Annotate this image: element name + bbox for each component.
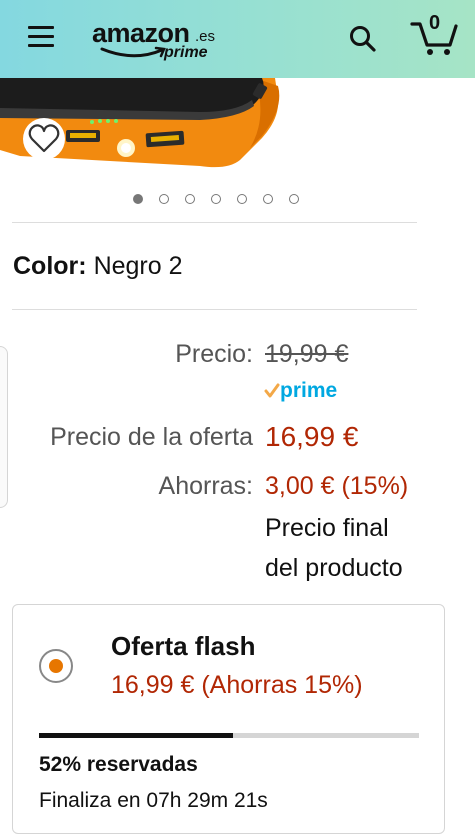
top-nav-bar: amazon .es prime 0 (0, 0, 475, 78)
prime-label: prime (280, 379, 338, 402)
color-selection: Color: Negro 2 (13, 252, 183, 281)
final-note-line: Precio final (265, 514, 389, 542)
prime-check-icon (264, 383, 280, 398)
search-icon[interactable] (348, 24, 378, 54)
deal-price: 16,99 € (265, 421, 359, 452)
menu-icon[interactable] (28, 26, 56, 48)
flash-deal-radio[interactable] (39, 649, 73, 683)
divider (12, 309, 417, 310)
carousel-dot[interactable] (159, 194, 169, 204)
divider (12, 222, 417, 223)
prime-badge: prime (264, 378, 337, 404)
carousel-dot[interactable] (133, 194, 143, 204)
claimed-progress-fill (39, 733, 233, 738)
final-note-line: del producto (265, 554, 403, 582)
carousel-dot[interactable] (263, 194, 273, 204)
carousel-dot[interactable] (289, 194, 299, 204)
product-image[interactable] (0, 78, 475, 178)
list-price-label: Precio: (175, 340, 253, 368)
color-label: Color: (13, 252, 87, 280)
savings-value: 3,00 € (15%) (265, 472, 409, 500)
cart-button[interactable]: 0 (410, 12, 458, 56)
amazon-prime-logo[interactable]: amazon .es prime (92, 14, 232, 64)
color-value: Negro 2 (93, 252, 183, 280)
side-drawer-handle[interactable] (0, 346, 8, 508)
image-carousel-dots (133, 194, 299, 210)
claimed-progress-bar (39, 733, 419, 738)
logo-smile-icon (100, 46, 166, 58)
wishlist-button[interactable] (23, 118, 65, 160)
savings-label: Ahorras: (158, 472, 253, 500)
deal-price-label: Precio de la oferta (50, 423, 253, 451)
logo-tld: .es (195, 28, 216, 45)
flash-deal-title: Oferta flash (111, 631, 256, 661)
carousel-dot[interactable] (185, 194, 195, 204)
claimed-percent: 52% reservadas (39, 753, 198, 776)
logo-prime: prime (164, 44, 208, 61)
carousel-dot[interactable] (237, 194, 247, 204)
cart-count: 0 (429, 12, 441, 34)
flash-deal-option[interactable]: Oferta flash 16,99 € (Ahorras 15%) 52% r… (12, 604, 445, 834)
carousel-dot[interactable] (211, 194, 221, 204)
heart-icon (28, 124, 60, 153)
flash-deal-price: 16,99 € (Ahorras 15%) (111, 671, 363, 699)
final-price-note: Precio final del producto (265, 508, 403, 588)
list-price: 19,99 € (265, 340, 349, 368)
deal-countdown: Finaliza en 07h 29m 21s (39, 789, 268, 812)
